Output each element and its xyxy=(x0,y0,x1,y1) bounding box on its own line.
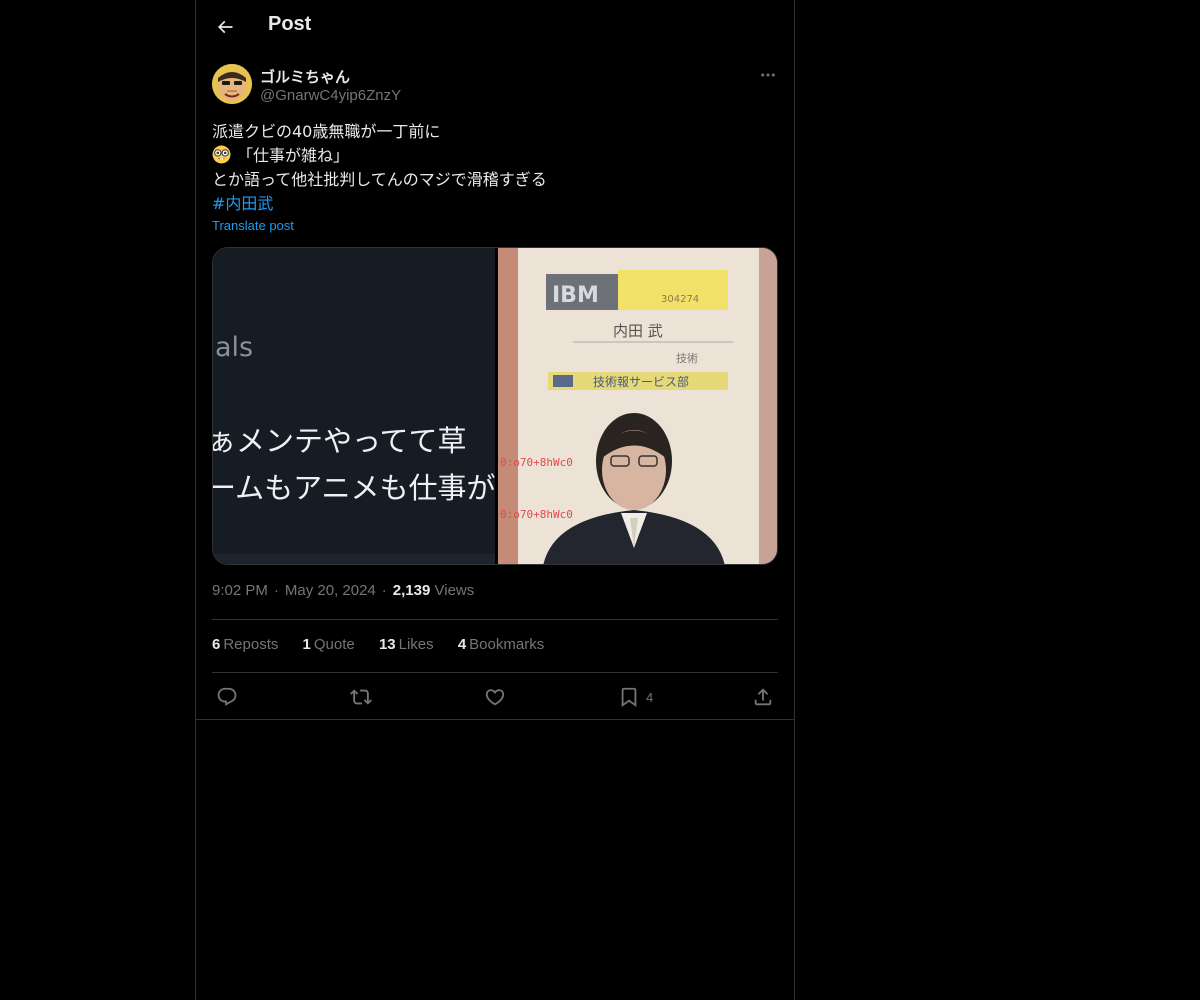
page-header: Post xyxy=(196,0,794,53)
separator-dot: · xyxy=(273,582,279,599)
bookmark-icon xyxy=(621,687,637,708)
likes-stat[interactable]: 13 Likes xyxy=(379,636,434,653)
arrow-left-icon xyxy=(217,20,233,34)
tweet-text-line-3: とか語って他社批判してんのマジで滑稽すぎる xyxy=(212,170,547,189)
reposts-stat[interactable]: 6 Reposts xyxy=(212,636,278,653)
bookmark-count: 4 xyxy=(646,689,654,705)
tweet-actions: 4 xyxy=(212,684,778,710)
reposts-label: Reposts xyxy=(223,636,279,653)
nerd-face-icon xyxy=(212,145,231,164)
like-button[interactable] xyxy=(484,684,506,710)
bookmark-button[interactable]: 4 xyxy=(618,684,653,710)
likes-count: 13 xyxy=(378,636,396,653)
more-options-button[interactable] xyxy=(758,64,778,86)
tweet-text-line-2-wrap: 「仕事が雑ね」 xyxy=(212,144,778,168)
reposts-count: 6 xyxy=(212,636,221,653)
quotes-label: Quote xyxy=(313,636,355,653)
media-composite: als ぁメンテやってて草 ームもアニメも仕事が IBM 304274 内田 武 xyxy=(213,248,777,564)
heart-icon xyxy=(485,689,505,706)
id-card-subtext: 技術 xyxy=(676,352,698,365)
views-count: 2,139 xyxy=(392,582,431,599)
hashtag-link[interactable]: #内田武 xyxy=(212,192,778,216)
separator-dot: · xyxy=(381,582,387,599)
media-left-text-top: als xyxy=(215,332,253,363)
views-label: Views xyxy=(434,582,475,599)
author-row: ゴルミちゃん @GnarwC4yip6ZnzY xyxy=(212,64,778,108)
quotes-stat[interactable]: 1 Quote xyxy=(303,636,355,653)
reply-icon xyxy=(217,687,237,706)
media-watermark-2: 0:o70+8hWc0 xyxy=(500,508,573,521)
tweet-metadata: 9:02 PM · May 20, 2024 · 2,139 Views xyxy=(212,582,474,599)
id-card-number: 304274 xyxy=(661,294,699,305)
id-card-dept: 技術報サービス部 xyxy=(593,374,689,389)
media-left-panel xyxy=(213,248,496,564)
media-left-text-line1: ぁメンテやってて草 xyxy=(213,424,467,458)
likes-label: Likes xyxy=(398,636,434,653)
id-card-logo: IBM xyxy=(552,283,599,308)
translate-post-link[interactable]: Translate post xyxy=(212,218,294,233)
tweet-detail: ゴルミちゃん @GnarwC4yip6ZnzY 派遣クビの40歳無職が一丁前に xyxy=(212,64,778,708)
share-button[interactable] xyxy=(752,684,774,710)
repost-button[interactable] xyxy=(350,684,372,710)
primary-column: Post ゴルミちゃん @GnarwC4yip6ZnzY 派遣クビの40歳無職が… xyxy=(195,0,795,1000)
tweet-date[interactable]: May 20, 2024 xyxy=(285,582,376,599)
tweet-text-line-2: 「仕事が雑ね」 xyxy=(237,146,350,165)
divider xyxy=(212,672,778,673)
back-button[interactable] xyxy=(208,10,242,44)
tweet-time[interactable]: 9:02 PM xyxy=(212,582,268,599)
page-title: Post xyxy=(268,13,312,35)
bookmarks-count: 4 xyxy=(457,636,467,653)
reply-button[interactable] xyxy=(216,684,238,710)
bookmarks-label: Bookmarks xyxy=(469,636,545,653)
tweet-text: 派遣クビの40歳無職が一丁前に 「仕事が雑ね」 とか語って他社批判してんのマジで… xyxy=(212,120,778,216)
quotes-count: 1 xyxy=(302,636,311,653)
bookmarks-stat[interactable]: 4 Bookmarks xyxy=(458,636,544,653)
divider xyxy=(196,719,794,720)
author-handle[interactable]: @GnarwC4yip6ZnzY xyxy=(260,87,401,104)
tweet-text-line-1: 派遣クビの40歳無職が一丁前に xyxy=(212,122,441,141)
media-left-text-line2: ームもアニメも仕事が xyxy=(213,471,496,505)
id-card-name: 内田 武 xyxy=(613,322,663,340)
media-watermark-1: 0:o70+8hWc0 xyxy=(500,456,573,469)
avatar[interactable] xyxy=(212,64,252,104)
repost-icon xyxy=(350,689,372,705)
tweet-media-image[interactable]: als ぁメンテやってて草 ームもアニメも仕事が IBM 304274 内田 武 xyxy=(212,247,778,565)
author-name[interactable]: ゴルミちゃん xyxy=(260,66,350,87)
more-horizontal-icon xyxy=(761,73,775,77)
engagement-stats: 6 Reposts 1 Quote 13 Likes 4 Bookmarks xyxy=(212,636,564,653)
avatar-image xyxy=(212,64,252,104)
share-icon xyxy=(754,688,772,706)
divider xyxy=(212,619,778,620)
